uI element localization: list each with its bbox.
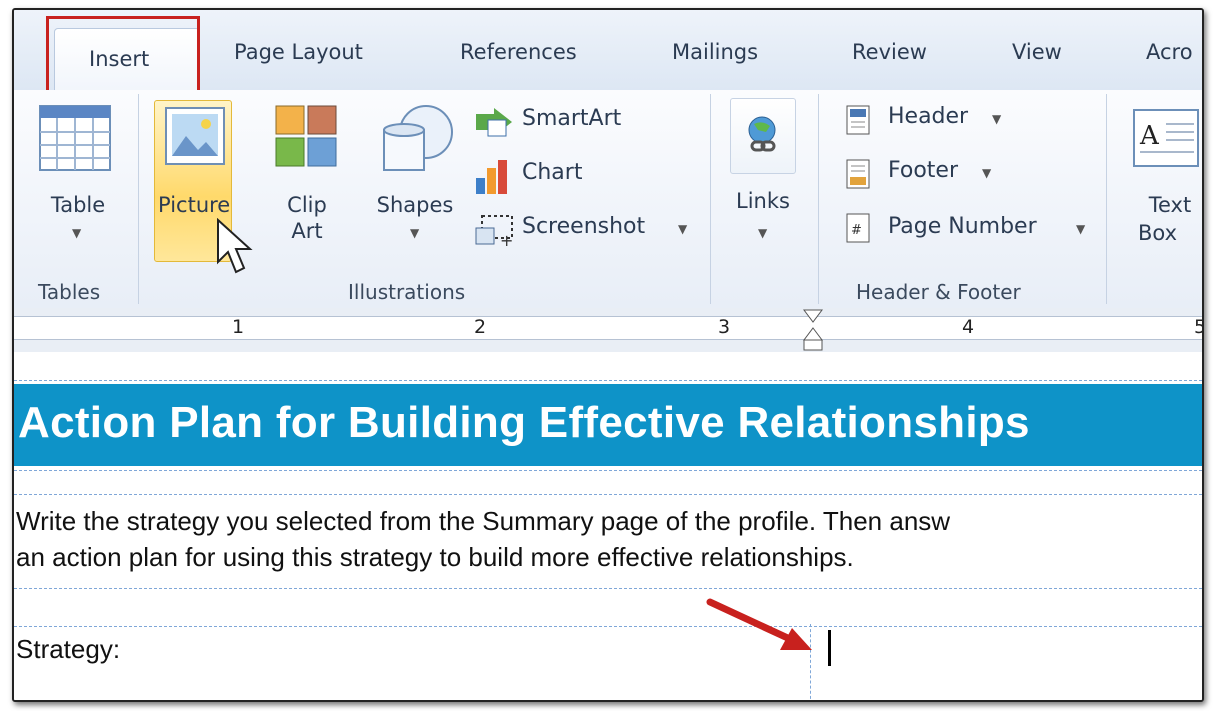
strategy-label: Strategy:: [16, 634, 121, 664]
tables-group-label: Tables: [38, 280, 101, 304]
clip-art-icon: [275, 105, 337, 167]
clip-art-label-line2: Art: [291, 219, 323, 243]
table-gridline: [14, 626, 1202, 627]
footer-label: Footer: [888, 158, 958, 183]
table-icon: [39, 105, 111, 171]
chevron-down-icon: ▼: [678, 222, 688, 236]
text-cursor[interactable]: [828, 630, 831, 666]
table-gridline: [14, 470, 1202, 471]
chevron-down-icon: ▼: [1076, 222, 1086, 236]
table-button-label: Table: [50, 193, 106, 217]
text-box-icon: A: [1133, 109, 1199, 167]
page-number-icon: #: [846, 213, 870, 243]
smartart-icon: [476, 108, 512, 137]
tab-mailings[interactable]: Mailings: [672, 40, 758, 64]
tab-acrobat[interactable]: Acro: [1146, 40, 1193, 64]
instructions-line-1: Write the strategy you selected from the…: [16, 506, 951, 536]
svg-text:#: #: [851, 223, 862, 238]
instructions-line-2: an action plan for using this strategy t…: [16, 542, 854, 572]
horizontal-ruler[interactable]: 1 2 3 4 5: [14, 308, 1202, 353]
tab-review[interactable]: Review: [852, 40, 927, 64]
document-page[interactable]: Action Plan for Building Effective Relat…: [14, 352, 1202, 700]
links-button-label: Links: [736, 189, 790, 213]
ruler-mark: 3: [718, 316, 731, 338]
table-gridline: [14, 380, 1202, 381]
table-gridline: [14, 588, 1202, 589]
arrow-icon: [706, 598, 812, 650]
group-divider: [710, 94, 711, 304]
chevron-down-icon: ▼: [758, 226, 768, 240]
header-icon: [846, 105, 870, 135]
group-divider: [818, 94, 819, 304]
chevron-down-icon: ▼: [410, 226, 420, 240]
shapes-button-label: Shapes: [376, 193, 454, 217]
indent-marker-icon[interactable]: [800, 308, 826, 352]
svg-text:A: A: [1139, 121, 1160, 151]
text-box-label-line2: Box: [1138, 221, 1178, 245]
screenshot-label: Screenshot: [522, 214, 646, 239]
page-number-label: Page Number: [888, 214, 1037, 239]
header-label: Header: [888, 104, 969, 129]
clip-art-label-line1: Clip: [287, 193, 327, 217]
links-icon: [748, 116, 776, 152]
group-divider: [1106, 94, 1107, 304]
group-divider: [138, 94, 139, 304]
document-title: Action Plan for Building Effective Relat…: [18, 398, 1030, 447]
footer-icon: [846, 159, 870, 189]
ruler-strip: 1 2 3 4 5: [14, 316, 1202, 340]
insert-tab-highlight-box: [46, 16, 200, 96]
picture-icon: [165, 107, 225, 165]
word-window: Insert Page Layout References Mailings R…: [12, 8, 1204, 702]
screenshot-icon: +: [475, 215, 513, 250]
chart-icon: [476, 160, 507, 194]
tab-page-layout[interactable]: Page Layout: [234, 40, 363, 64]
svg-text:+: +: [500, 231, 513, 250]
tab-view[interactable]: View: [1012, 40, 1062, 64]
text-box-label-line1: Text: [1148, 193, 1192, 217]
ruler-mark: 1: [232, 316, 245, 338]
chevron-down-icon: ▼: [72, 226, 82, 240]
chevron-down-icon: ▼: [992, 112, 1002, 126]
table-gridline: [14, 494, 1202, 495]
tab-references[interactable]: References: [460, 40, 577, 64]
chevron-down-icon: ▼: [982, 166, 992, 180]
mouse-pointer-icon: [217, 218, 253, 274]
ruler-mark: 5: [1194, 316, 1202, 338]
ruler-mark: 2: [474, 316, 487, 338]
ruler-mark: 4: [962, 316, 975, 338]
title-banner: Action Plan for Building Effective Relat…: [14, 384, 1202, 466]
header-footer-group-label: Header & Footer: [856, 280, 1021, 304]
illustrations-group-label: Illustrations: [348, 280, 466, 304]
chart-label: Chart: [522, 160, 583, 185]
smartart-label: SmartArt: [522, 106, 622, 131]
shapes-icon: [383, 105, 453, 171]
picture-button-label: Picture: [158, 193, 231, 217]
